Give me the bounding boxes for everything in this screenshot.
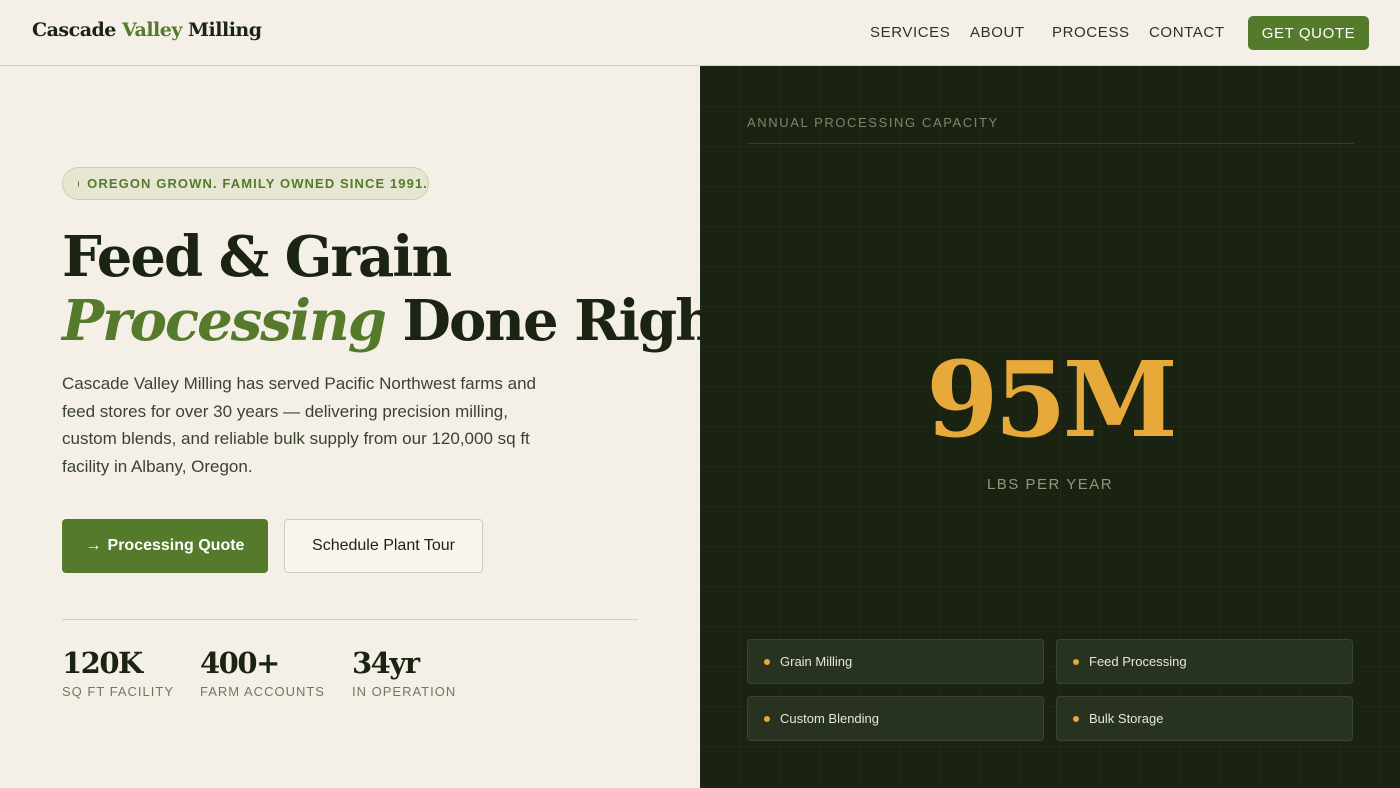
logo-part-1: Cascade	[32, 19, 116, 41]
get-quote-button[interactable]: GET QUOTE	[1248, 16, 1369, 50]
service-label: Grain Milling	[780, 654, 853, 669]
processing-quote-button[interactable]: → Processing Quote	[62, 519, 268, 573]
service-label: Custom Blending	[780, 711, 879, 726]
stat-accounts: 400+ FARM ACCOUNTS	[200, 646, 325, 699]
stats-divider	[62, 619, 638, 620]
service-tile-custom-blending: Custom Blending	[747, 696, 1044, 741]
service-tile-bulk-storage: Bulk Storage	[1056, 696, 1353, 741]
capacity-panel: ANNUAL PROCESSING CAPACITY 95M LBS PER Y…	[700, 66, 1400, 788]
nav-process[interactable]: PROCESS	[1052, 24, 1130, 41]
badge-dot-icon	[78, 180, 80, 187]
processing-quote-label: Processing Quote	[107, 537, 245, 554]
stat-label: SQ FT FACILITY	[62, 684, 175, 699]
capacity-value: 95M	[926, 338, 1178, 461]
logo-accent: Valley	[122, 19, 182, 41]
stat-label: FARM ACCOUNTS	[200, 684, 325, 699]
stat-operation: 34yr IN OPERATION	[352, 646, 456, 699]
stat-value: 120K	[62, 646, 143, 680]
logo-part-2: Milling	[188, 19, 262, 41]
service-tile-feed-processing: Feed Processing	[1056, 639, 1353, 684]
logo[interactable]: Cascade Valley Milling	[32, 19, 262, 41]
site-header: Cascade Valley Milling SERVICES ABOUT PR…	[0, 0, 1400, 66]
capacity-unit: LBS PER YEAR	[986, 476, 1114, 493]
nav-services[interactable]: SERVICES	[870, 24, 950, 41]
capacity-title: ANNUAL PROCESSING CAPACITY	[747, 115, 999, 130]
arrow-right-icon: →	[85, 537, 102, 554]
bullet-dot-icon	[1073, 658, 1079, 665]
bullet-dot-icon	[764, 658, 770, 665]
stat-label: IN OPERATION	[352, 684, 457, 699]
stat-value: 34yr	[352, 646, 420, 680]
nav-contact[interactable]: CONTACT	[1149, 24, 1225, 41]
heritage-badge: OREGON GROWN. FAMILY OWNED SINCE 1991.	[62, 167, 429, 200]
stat-value: 400+	[200, 646, 280, 680]
bullet-dot-icon	[1073, 715, 1079, 722]
hero-description: Cascade Valley Milling has served Pacifi…	[62, 374, 536, 477]
hero-title-line-2: Processing Done Right	[62, 288, 740, 354]
service-label: Feed Processing	[1089, 654, 1187, 669]
badge-text: OREGON GROWN. FAMILY OWNED SINCE 1991.	[87, 176, 428, 191]
hero-title-rest: Done Right	[402, 288, 739, 354]
hero-title-line-1: Feed & Grain	[62, 224, 452, 290]
bullet-dot-icon	[764, 715, 770, 722]
schedule-tour-button[interactable]: Schedule Plant Tour	[284, 519, 483, 573]
service-label: Bulk Storage	[1089, 711, 1164, 726]
capacity-divider	[747, 143, 1354, 144]
hero-title-highlight: Processing	[62, 288, 387, 354]
service-tile-grain-milling: Grain Milling	[747, 639, 1044, 684]
stat-facility: 120K SQ FT FACILITY	[62, 646, 174, 699]
nav-about[interactable]: ABOUT	[970, 24, 1025, 41]
